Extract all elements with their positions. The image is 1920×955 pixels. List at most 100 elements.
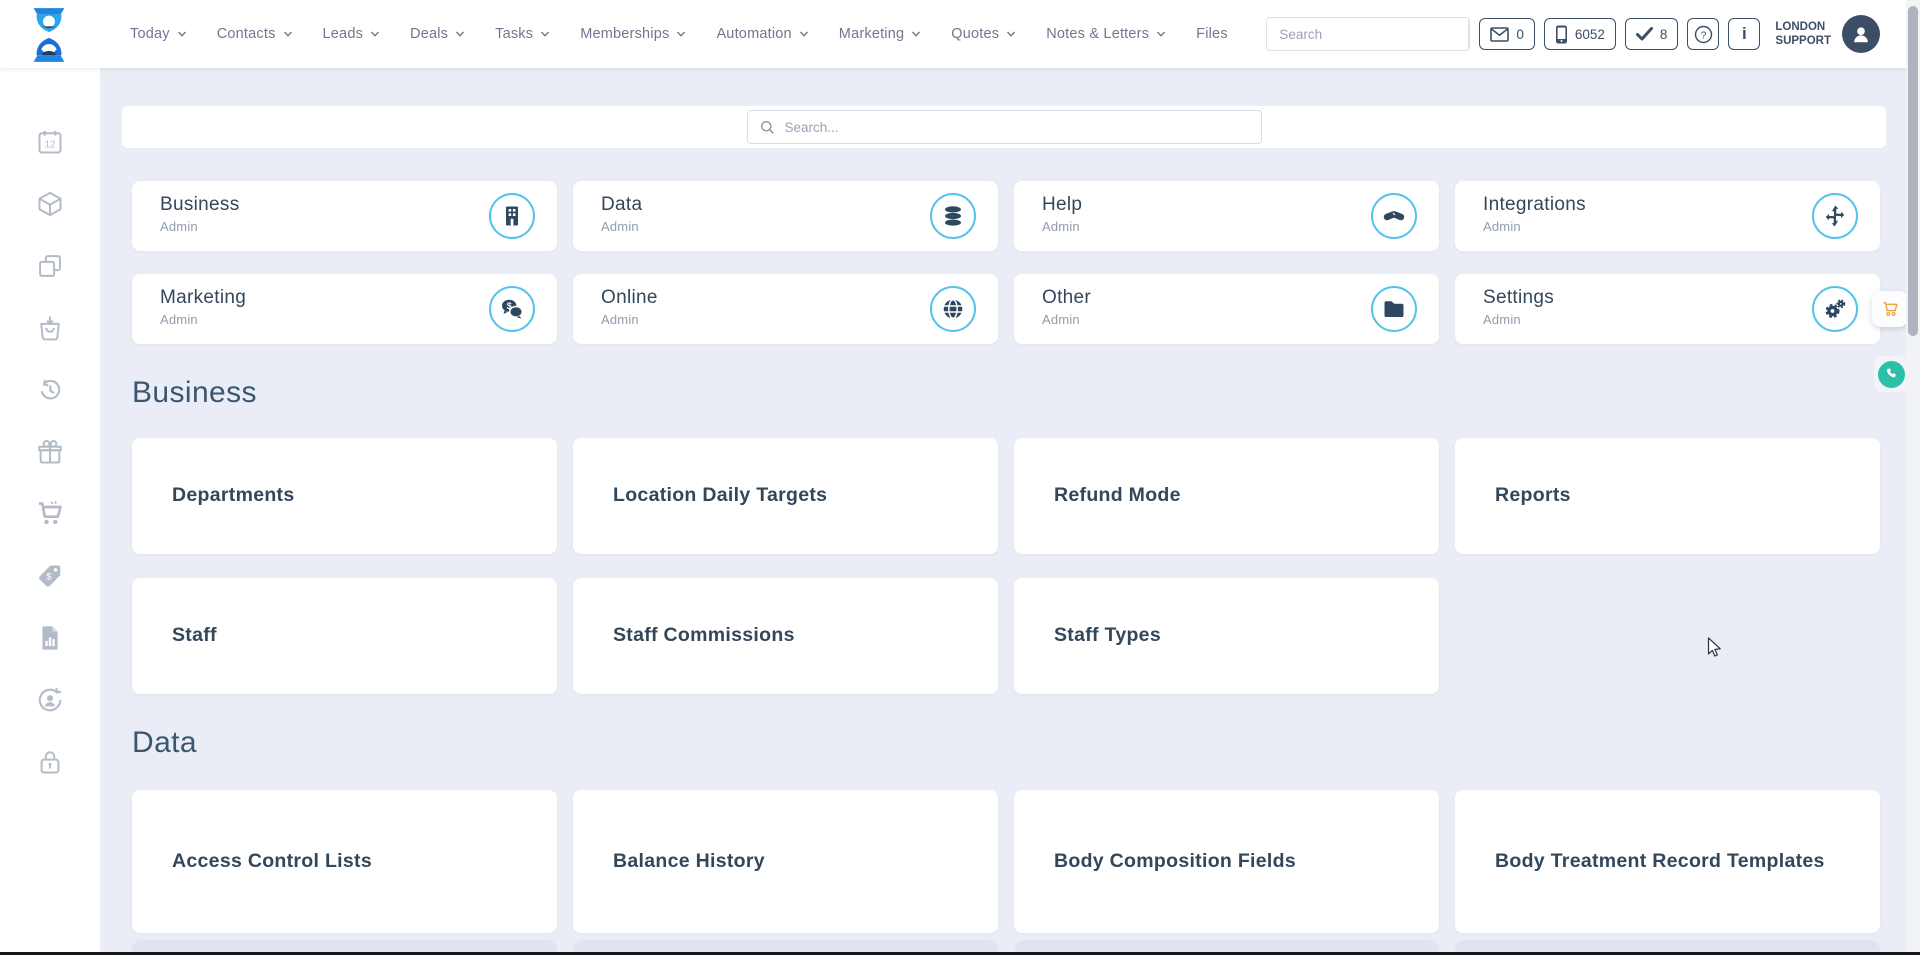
chevron-down-icon	[177, 29, 187, 39]
move-arrows-icon	[1812, 193, 1858, 239]
copy-icon[interactable]	[36, 252, 64, 280]
menu-label: Contacts	[217, 26, 276, 42]
chevron-down-icon	[676, 29, 686, 39]
menu-tasks[interactable]: Tasks	[495, 26, 550, 42]
chevron-down-icon	[911, 29, 921, 39]
bag-receive-icon[interactable]	[36, 314, 64, 342]
card-access-control-lists[interactable]: Access Control Lists	[132, 790, 557, 933]
app-logo-hourglass[interactable]	[24, 7, 74, 63]
page-scrollbar[interactable]	[1906, 0, 1920, 955]
svg-text:$: $	[46, 571, 52, 581]
card-staff[interactable]: Staff	[132, 578, 557, 694]
floating-phone-button[interactable]	[1874, 356, 1908, 392]
database-icon	[930, 193, 976, 239]
cart-orange-icon	[1880, 299, 1901, 319]
menu-contacts[interactable]: Contacts	[217, 26, 293, 42]
content-search-bar	[122, 106, 1886, 148]
menu-deals[interactable]: Deals	[410, 26, 465, 42]
help-button[interactable]: ?	[1687, 18, 1719, 50]
search-submit-button[interactable]	[1468, 18, 1470, 50]
card-staff-types[interactable]: Staff Types	[1014, 578, 1439, 694]
section-title-business: Business	[132, 376, 257, 410]
menu-memberships[interactable]: Memberships	[580, 26, 686, 42]
menu-marketing[interactable]: Marketing	[839, 26, 921, 42]
menu-label: Marketing	[839, 26, 904, 42]
menu-automation[interactable]: Automation	[716, 26, 808, 42]
calendar-icon[interactable]: 12	[36, 128, 64, 156]
menu-quotes[interactable]: Quotes	[951, 26, 1016, 42]
info-icon: i	[1742, 24, 1747, 44]
admin-card-business[interactable]: Business Admin	[132, 181, 557, 251]
chevron-down-icon	[283, 29, 293, 39]
price-tag-icon[interactable]: $	[36, 562, 64, 590]
card-departments[interactable]: Departments	[132, 438, 557, 554]
card-location-daily-targets[interactable]: Location Daily Targets	[573, 438, 998, 554]
search-icon	[760, 120, 775, 135]
handshake-icon	[1371, 193, 1417, 239]
folder-icon	[1371, 286, 1417, 332]
cube-icon[interactable]	[36, 190, 64, 218]
card-label: Departments	[172, 483, 295, 508]
envelope-icon	[1490, 27, 1509, 42]
menu-leads[interactable]: Leads	[323, 26, 381, 42]
tasks-badge[interactable]: 8	[1625, 18, 1679, 50]
admin-card-integrations[interactable]: Integrations Admin	[1455, 181, 1880, 251]
menu-today[interactable]: Today	[130, 26, 187, 42]
admin-card-settings[interactable]: Settings Admin	[1455, 274, 1880, 344]
admin-card-marketing[interactable]: Marketing Admin $	[132, 274, 557, 344]
user-icon	[1850, 23, 1872, 45]
gears-icon	[1812, 286, 1858, 332]
calls-count: 6052	[1575, 27, 1605, 42]
admin-card-other[interactable]: Other Admin	[1014, 274, 1439, 344]
user-sync-icon[interactable]	[36, 686, 64, 714]
card-label: Body Composition Fields	[1054, 849, 1296, 874]
messages-badge[interactable]: 0	[1479, 18, 1535, 50]
card-staff-commissions[interactable]: Staff Commissions	[573, 578, 998, 694]
card-label: Refund Mode	[1054, 483, 1181, 508]
admin-card-data[interactable]: Data Admin	[573, 181, 998, 251]
messages-count: 0	[1516, 27, 1524, 42]
card-balance-history[interactable]: Balance History	[573, 790, 998, 933]
history-icon[interactable]	[36, 376, 64, 404]
content-search-input[interactable]	[785, 120, 1249, 135]
card-label: Access Control Lists	[172, 849, 372, 874]
user-avatar[interactable]	[1842, 15, 1880, 53]
report-icon[interactable]	[36, 624, 64, 652]
chevron-down-icon	[455, 29, 465, 39]
account-location-label: LONDON SUPPORT	[1775, 20, 1831, 49]
scrollbar-thumb[interactable]	[1908, 6, 1918, 336]
card-body-treatment-record-templates[interactable]: Body Treatment Record Templates	[1455, 790, 1880, 933]
card-label: Location Daily Targets	[613, 483, 827, 508]
comments-dollar-icon: $	[489, 286, 535, 332]
building-icon	[489, 193, 535, 239]
card-reports[interactable]: Reports	[1455, 438, 1880, 554]
info-button[interactable]: i	[1728, 18, 1760, 50]
menu-label: Notes & Letters	[1046, 26, 1149, 42]
chevron-down-icon	[799, 29, 809, 39]
calls-badge[interactable]: 6052	[1544, 18, 1616, 50]
menu-files[interactable]: Files	[1196, 26, 1228, 42]
main-menu: Today Contacts Leads Deals Tasks Members…	[130, 26, 1228, 42]
business-card-grid: Departments Location Daily Targets Refun…	[132, 438, 1880, 694]
admin-card-online[interactable]: Online Admin	[573, 274, 998, 344]
lock-icon[interactable]	[36, 748, 64, 776]
card-label: Staff Types	[1054, 623, 1161, 648]
menu-notes-letters[interactable]: Notes & Letters	[1046, 26, 1166, 42]
phone-circle	[1878, 361, 1905, 388]
cart-icon[interactable]	[36, 500, 64, 528]
menu-label: Deals	[410, 26, 448, 42]
navbar-right: 0 6052 8 ? i LONDON SUPPORT	[1266, 0, 1880, 68]
gift-icon[interactable]	[36, 438, 64, 466]
global-search-input[interactable]	[1267, 18, 1468, 50]
menu-label: Memberships	[580, 26, 669, 42]
menu-label: Tasks	[495, 26, 533, 42]
chevron-down-icon	[540, 29, 550, 39]
card-body-composition-fields[interactable]: Body Composition Fields	[1014, 790, 1439, 933]
check-icon	[1636, 27, 1653, 41]
admin-card-help[interactable]: Help Admin	[1014, 181, 1439, 251]
floating-cart-button[interactable]	[1872, 291, 1908, 327]
global-search	[1266, 17, 1470, 51]
menu-label: Files	[1196, 26, 1228, 42]
card-label: Reports	[1495, 483, 1571, 508]
card-refund-mode[interactable]: Refund Mode	[1014, 438, 1439, 554]
